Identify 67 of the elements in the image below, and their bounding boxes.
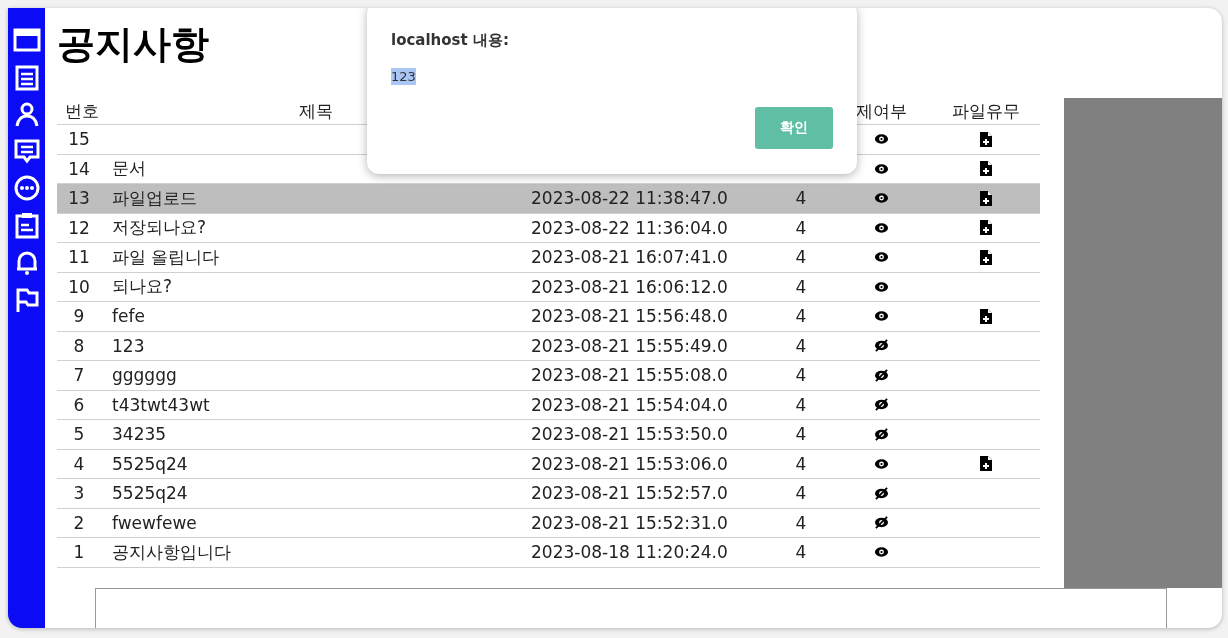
table-cell: 2023-08-21 16:06:12.0 — [531, 276, 728, 297]
table-cell: 5525q24 — [112, 483, 188, 504]
table-cell: 4 — [73, 453, 85, 474]
table-cell: 파일 올립니다 — [112, 246, 220, 267]
table-cell: 저장되나요? — [112, 217, 207, 238]
page-title: 공지사항 — [57, 21, 209, 68]
table-cell: 4 — [795, 453, 807, 474]
table-cell: 2 — [73, 512, 85, 533]
table-cell: 2023-08-21 15:55:08.0 — [531, 365, 728, 386]
chat-icon[interactable] — [12, 137, 41, 165]
text-area[interactable] — [95, 588, 1167, 628]
table-cell: gggggg — [112, 365, 177, 386]
table-cell: 12 — [68, 217, 90, 238]
table-cell: 2023-08-21 15:52:31.0 — [531, 512, 728, 533]
table-cell: 3 — [73, 483, 85, 504]
table-cell: 5 — [73, 424, 85, 445]
column-header: 제목 — [298, 99, 334, 123]
table-cell: 7 — [73, 365, 85, 386]
table-cell: 13 — [68, 188, 90, 209]
table-cell: 6 — [73, 394, 85, 415]
table-cell: 2023-08-21 16:07:41.0 — [531, 247, 728, 268]
table-cell: 4 — [795, 542, 807, 563]
table-cell: fefe — [112, 306, 145, 327]
dialog-message: 123 — [391, 68, 416, 85]
column-header: 파일유무 — [950, 99, 1021, 123]
table-cell: 파일업로드 — [112, 187, 197, 208]
table-cell: 4 — [795, 306, 807, 327]
table-cell: 123 — [112, 335, 145, 356]
table-cell: 15 — [68, 129, 90, 150]
table-cell: 11 — [68, 247, 90, 268]
table-cell: 2023-08-18 11:20:24.0 — [531, 542, 728, 563]
table-cell: 4 — [795, 424, 807, 445]
table-cell: 4 — [795, 512, 807, 533]
table-cell: 4 — [795, 217, 807, 238]
table-cell: 2023-08-21 15:53:06.0 — [531, 453, 728, 474]
table-cell: 9 — [73, 306, 85, 327]
table-cell: 2023-08-22 11:36:04.0 — [531, 217, 728, 238]
table-cell: 14 — [68, 158, 90, 179]
table-cell: 10 — [68, 276, 90, 297]
window-icon[interactable] — [12, 26, 41, 54]
table-cell: fwewfewe — [112, 512, 197, 533]
table-cell: t43twt43wt — [112, 394, 210, 415]
table-cell: 2023-08-21 15:52:57.0 — [531, 483, 728, 504]
table-cell: 2023-08-22 11:38:47.0 — [531, 188, 728, 209]
table-cell: 4 — [795, 365, 807, 386]
column-header: 번호 — [64, 99, 100, 123]
table-cell: 4 — [795, 276, 807, 297]
table-cell: 1 — [73, 542, 85, 563]
table-cell: 4 — [795, 483, 807, 504]
table-cell: 2023-08-21 15:54:04.0 — [531, 394, 728, 415]
dialog-title: localhost 내용: — [391, 31, 509, 50]
table-cell: 5525q24 — [112, 453, 188, 474]
table-cell: 4 — [795, 247, 807, 268]
table-cell: 4 — [795, 188, 807, 209]
table-cell: 문서 — [112, 158, 146, 179]
chat-dots-icon[interactable] — [12, 174, 41, 202]
table-cell: 4 — [795, 394, 807, 415]
table-cell: 2023-08-21 15:53:50.0 — [531, 424, 728, 445]
table-cell: 34235 — [112, 424, 167, 445]
table-cell: 8 — [73, 335, 85, 356]
table-cell: 2023-08-21 15:55:49.0 — [531, 335, 728, 356]
column-header: 제여부 — [854, 99, 908, 123]
table-cell: 2023-08-21 15:56:48.0 — [531, 306, 728, 327]
table-cell: 4 — [795, 335, 807, 356]
table-cell: 되나요? — [112, 276, 173, 297]
selected-row[interactable]: 13 파일업로드 2023-08-22 11:38:47.0 4 — [57, 184, 1040, 214]
table-cell: 공지사항입니다 — [112, 541, 231, 562]
